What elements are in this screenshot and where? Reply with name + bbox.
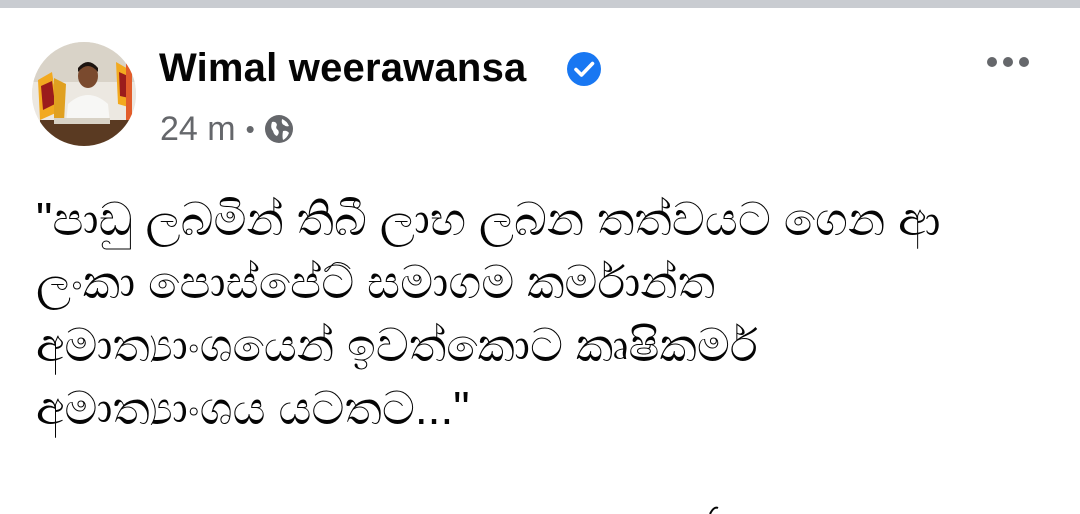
- globe-icon[interactable]: [263, 113, 295, 145]
- more-options-button[interactable]: [980, 44, 1036, 80]
- author-avatar[interactable]: [32, 42, 136, 146]
- post-timestamp[interactable]: 24 m: [160, 110, 236, 149]
- verified-badge-icon: [567, 52, 601, 86]
- partial-content-mark: [709, 506, 719, 514]
- avatar-image: [32, 42, 136, 146]
- post-meta: 24 m •: [160, 109, 295, 149]
- feed-divider: [0, 0, 1080, 8]
- author-name[interactable]: Wimal weerawansa: [159, 46, 526, 91]
- meta-separator: •: [245, 113, 255, 144]
- post-card: Wimal weerawansa 24 m • "පාඩු ලබමින් තිබ…: [0, 8, 1080, 514]
- post-body-text: "පාඩු ලබමින් තිබී ලාභ ලබන තත්වයට ගෙන ආ ල…: [36, 193, 941, 434]
- more-options-icon: [987, 57, 1029, 67]
